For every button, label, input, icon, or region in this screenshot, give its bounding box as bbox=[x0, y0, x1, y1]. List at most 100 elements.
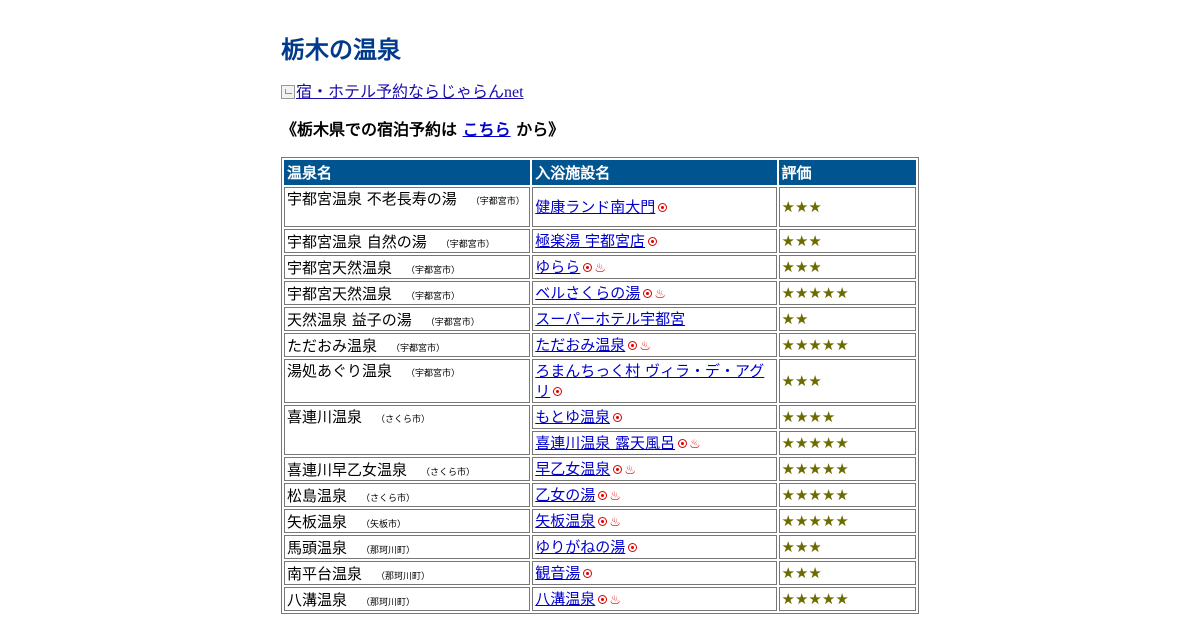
day-use-icon bbox=[643, 289, 653, 298]
onsen-name: 宇都宮温泉 自然の湯 bbox=[287, 232, 427, 251]
onsen-city: （宇都宮市） bbox=[425, 317, 480, 328]
facility-link[interactable]: ゆらら bbox=[535, 258, 580, 276]
onsen-city: （さくら市） bbox=[376, 415, 431, 425]
facility-cell: 乙女の湯 ♨ bbox=[532, 483, 777, 507]
table-row: ただおみ温泉 （宇都宮市） ただおみ温泉 ♨ ★★★★★ bbox=[284, 333, 916, 357]
onsen-name: 喜連川温泉 bbox=[287, 408, 363, 426]
facility-link[interactable]: 健康ランド南大門 bbox=[535, 198, 655, 216]
facility-link[interactable]: 矢板温泉 bbox=[535, 512, 595, 530]
onsen-city: （那珂川町） bbox=[361, 545, 416, 556]
day-use-icon bbox=[598, 491, 608, 500]
onsen-name-cell: 宇都宮天然温泉 （宇都宮市） bbox=[284, 255, 531, 279]
rating-stars: ★★★ bbox=[778, 561, 916, 585]
onsen-name-cell: 宇都宮温泉 自然の湯 （宇都宮市） bbox=[284, 229, 531, 253]
facility-link[interactable]: ベルさくらの湯 bbox=[535, 284, 640, 302]
facility-cell: ゆりがねの湯 bbox=[532, 535, 777, 559]
rating-stars: ★★★★★ bbox=[778, 509, 916, 533]
table-row: 矢板温泉 （矢板市） 矢板温泉 ♨ ★★★★★ bbox=[284, 509, 916, 533]
facility-link[interactable]: 八溝温泉 bbox=[535, 590, 595, 608]
facility-link[interactable]: 乙女の湯 bbox=[535, 486, 595, 504]
header-onsen-name: 温泉名 bbox=[284, 160, 531, 185]
reservation-line: 《栃木県での宿泊予約は こちら から》 bbox=[281, 116, 564, 140]
table-row: 八溝温泉 （那珂川町） 八溝温泉 ♨ ★★★★★ bbox=[284, 587, 916, 611]
rating-stars: ★★★★★ bbox=[778, 587, 916, 611]
day-use-icon bbox=[613, 465, 623, 474]
facility-link[interactable]: 極楽湯 宇都宮店 bbox=[535, 232, 645, 250]
table-row: 南平台温泉 （那珂川町） 観音湯 ★★★ bbox=[284, 561, 916, 585]
onsen-name-cell: 天然温泉 益子の湯 （宇都宮市） bbox=[284, 307, 531, 331]
onsen-name-cell: 湯処あぐり温泉 （宇都宮市） bbox=[284, 359, 531, 403]
rating-stars: ★★★★★ bbox=[778, 457, 916, 481]
onsen-name: 八溝温泉 bbox=[287, 590, 348, 609]
onsen-name-cell: 喜連川早乙女温泉 （さくら市） bbox=[284, 457, 531, 481]
onsen-city: （宇都宮市） bbox=[406, 265, 461, 276]
onsen-city: （さくら市） bbox=[421, 467, 476, 478]
table-row: 喜連川早乙女温泉 （さくら市） 早乙女温泉 ♨ ★★★★★ bbox=[284, 457, 916, 481]
facility-link[interactable]: 早乙女温泉 bbox=[535, 460, 610, 478]
hot-spring-icon: ♨ bbox=[609, 489, 621, 504]
table-row: 天然温泉 益子の湯 （宇都宮市） スーパーホテル宇都宮 ★★ bbox=[284, 307, 916, 331]
onsen-city: （宇都宮市） bbox=[391, 343, 446, 354]
day-use-icon bbox=[598, 595, 608, 604]
facility-link[interactable]: 観音湯 bbox=[535, 564, 580, 582]
onsen-city: （那珂川町） bbox=[361, 597, 416, 608]
facility-cell: もとゆ温泉 bbox=[532, 405, 777, 429]
table-row: 宇都宮天然温泉 （宇都宮市） ベルさくらの湯 ♨ ★★★★★ bbox=[284, 281, 916, 305]
onsen-name-cell: 喜連川温泉 （さくら市） bbox=[284, 405, 531, 455]
hot-spring-icon: ♨ bbox=[639, 339, 651, 354]
hot-spring-icon: ♨ bbox=[594, 261, 606, 276]
onsen-name: 南平台温泉 bbox=[287, 564, 363, 583]
rating-stars: ★★★ bbox=[778, 187, 916, 227]
onsen-name-cell: 八溝温泉 （那珂川町） bbox=[284, 587, 531, 611]
table-row: 宇都宮温泉 自然の湯 （宇都宮市） 極楽湯 宇都宮店 ★★★ bbox=[284, 229, 916, 253]
onsen-name: 天然温泉 益子の湯 bbox=[287, 310, 412, 329]
facility-cell: 極楽湯 宇都宮店 bbox=[532, 229, 777, 253]
hot-spring-icon: ♨ bbox=[624, 463, 636, 478]
onsen-table: 温泉名 入浴施設名 評価 宇都宮温泉 不老長寿の湯 （宇都宮市） 健康ランド南大門 ★… bbox=[281, 157, 919, 614]
facility-link[interactable]: ろまんちっく村 ヴィラ・デ・アグリ bbox=[535, 362, 764, 400]
rating-stars: ★★★ bbox=[778, 255, 916, 279]
onsen-city: （那珂川町） bbox=[376, 571, 431, 582]
facility-link[interactable]: スーパーホテル宇都宮 bbox=[535, 310, 685, 328]
onsen-name: 宇都宮温泉 不老長寿の湯 bbox=[287, 190, 457, 208]
onsen-name: 松島温泉 bbox=[287, 486, 348, 505]
rating-stars: ★★★ bbox=[778, 359, 916, 403]
facility-link[interactable]: ゆりがねの湯 bbox=[535, 538, 625, 556]
table-row: 湯処あぐり温泉 （宇都宮市） ろまんちっく村 ヴィラ・デ・アグリ ★★★ bbox=[284, 359, 916, 403]
onsen-city: （宇都宮市） bbox=[406, 369, 461, 379]
facility-cell: ろまんちっく村 ヴィラ・デ・アグリ bbox=[532, 359, 777, 403]
facility-cell: 観音湯 bbox=[532, 561, 777, 585]
onsen-city: （宇都宮市） bbox=[440, 239, 495, 250]
facility-cell: 八溝温泉 ♨ bbox=[532, 587, 777, 611]
facility-link[interactable]: 喜連川温泉 露天風呂 bbox=[535, 434, 675, 452]
rating-stars: ★★ bbox=[778, 307, 916, 331]
rating-stars: ★★★★★ bbox=[778, 483, 916, 507]
hot-spring-icon: ♨ bbox=[609, 593, 621, 608]
onsen-name: 宇都宮天然温泉 bbox=[287, 258, 393, 277]
day-use-icon bbox=[612, 413, 622, 422]
rating-stars: ★★★ bbox=[778, 229, 916, 253]
facility-link[interactable]: ただおみ温泉 bbox=[535, 336, 625, 354]
onsen-city: （矢板市） bbox=[361, 519, 407, 530]
jalan-banner-link[interactable]: 宿・ホテル予約ならじゃらんnet bbox=[281, 78, 524, 102]
onsen-name-cell: 宇都宮天然温泉 （宇都宮市） bbox=[284, 281, 531, 305]
facility-cell: 矢板温泉 ♨ bbox=[532, 509, 777, 533]
onsen-name-cell: 宇都宮温泉 不老長寿の湯 （宇都宮市） bbox=[284, 187, 531, 227]
onsen-name: 湯処あぐり温泉 bbox=[287, 362, 393, 380]
onsen-city: （宇都宮市） bbox=[406, 291, 461, 302]
page-title: 栃木の温泉 bbox=[281, 36, 401, 64]
broken-image-icon bbox=[281, 85, 295, 99]
rating-stars: ★★★ bbox=[778, 535, 916, 559]
rating-stars: ★★★★★ bbox=[778, 281, 916, 305]
reserve-prefix: 《栃木県での宿泊予約は bbox=[281, 120, 458, 139]
facility-link[interactable]: もとゆ温泉 bbox=[535, 408, 610, 426]
reserve-link[interactable]: こちら bbox=[463, 120, 511, 139]
day-use-icon bbox=[598, 517, 608, 526]
facility-cell: ゆらら ♨ bbox=[532, 255, 777, 279]
day-use-icon bbox=[583, 263, 593, 272]
onsen-name: 喜連川早乙女温泉 bbox=[287, 460, 408, 479]
day-use-icon bbox=[583, 569, 593, 578]
facility-cell: 喜連川温泉 露天風呂 ♨ bbox=[532, 431, 777, 455]
onsen-name-cell: ただおみ温泉 （宇都宮市） bbox=[284, 333, 531, 357]
rating-stars: ★★★★★ bbox=[778, 333, 916, 357]
